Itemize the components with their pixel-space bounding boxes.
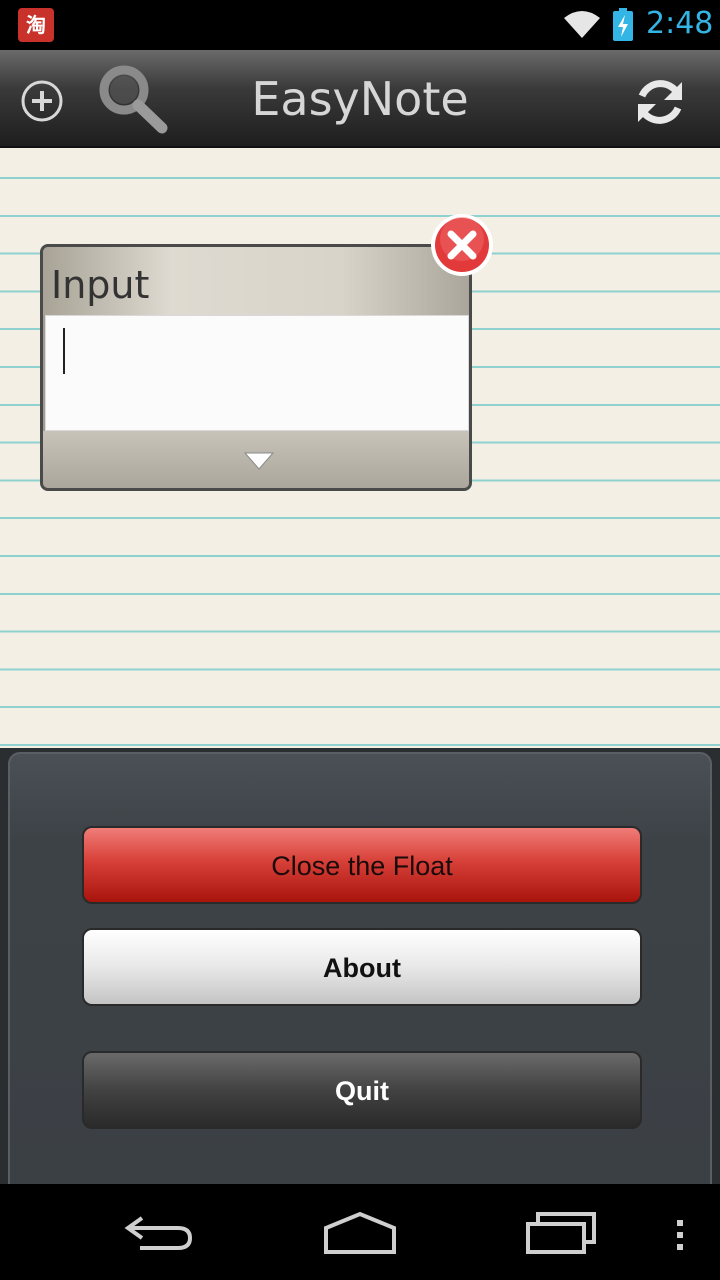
battery-charging-icon: [613, 8, 633, 41]
recent-apps-icon[interactable]: [524, 1206, 600, 1256]
float-text-input[interactable]: [45, 315, 469, 431]
status-bar: 淘 2:48: [0, 0, 720, 50]
search-icon[interactable]: [92, 60, 172, 140]
app-title: EasyNote: [251, 72, 469, 126]
taobao-notification-icon: 淘: [18, 8, 54, 42]
refresh-icon[interactable]: [630, 72, 690, 132]
close-float-button[interactable]: Close the Float: [82, 826, 642, 904]
about-button[interactable]: About: [82, 928, 642, 1006]
float-window-header[interactable]: Input: [43, 247, 469, 315]
close-icon[interactable]: [428, 211, 496, 279]
float-window-title: Input: [51, 263, 150, 307]
add-circle-icon[interactable]: [20, 79, 64, 123]
quit-button[interactable]: Quit: [82, 1051, 642, 1129]
navigation-bar: [0, 1184, 720, 1280]
back-icon[interactable]: [120, 1210, 196, 1256]
home-icon[interactable]: [322, 1210, 398, 1256]
float-window-footer: [43, 431, 469, 488]
float-input-window: Input: [40, 244, 472, 491]
overflow-menu-icon[interactable]: [668, 1204, 692, 1260]
triangle-down-icon[interactable]: [243, 449, 275, 471]
action-bar: EasyNote: [0, 50, 720, 148]
status-clock: 2:48: [646, 6, 714, 41]
wifi-icon: [564, 11, 600, 38]
options-dialog: Close the Float About Quit: [8, 752, 712, 1192]
text-cursor: [63, 328, 65, 374]
